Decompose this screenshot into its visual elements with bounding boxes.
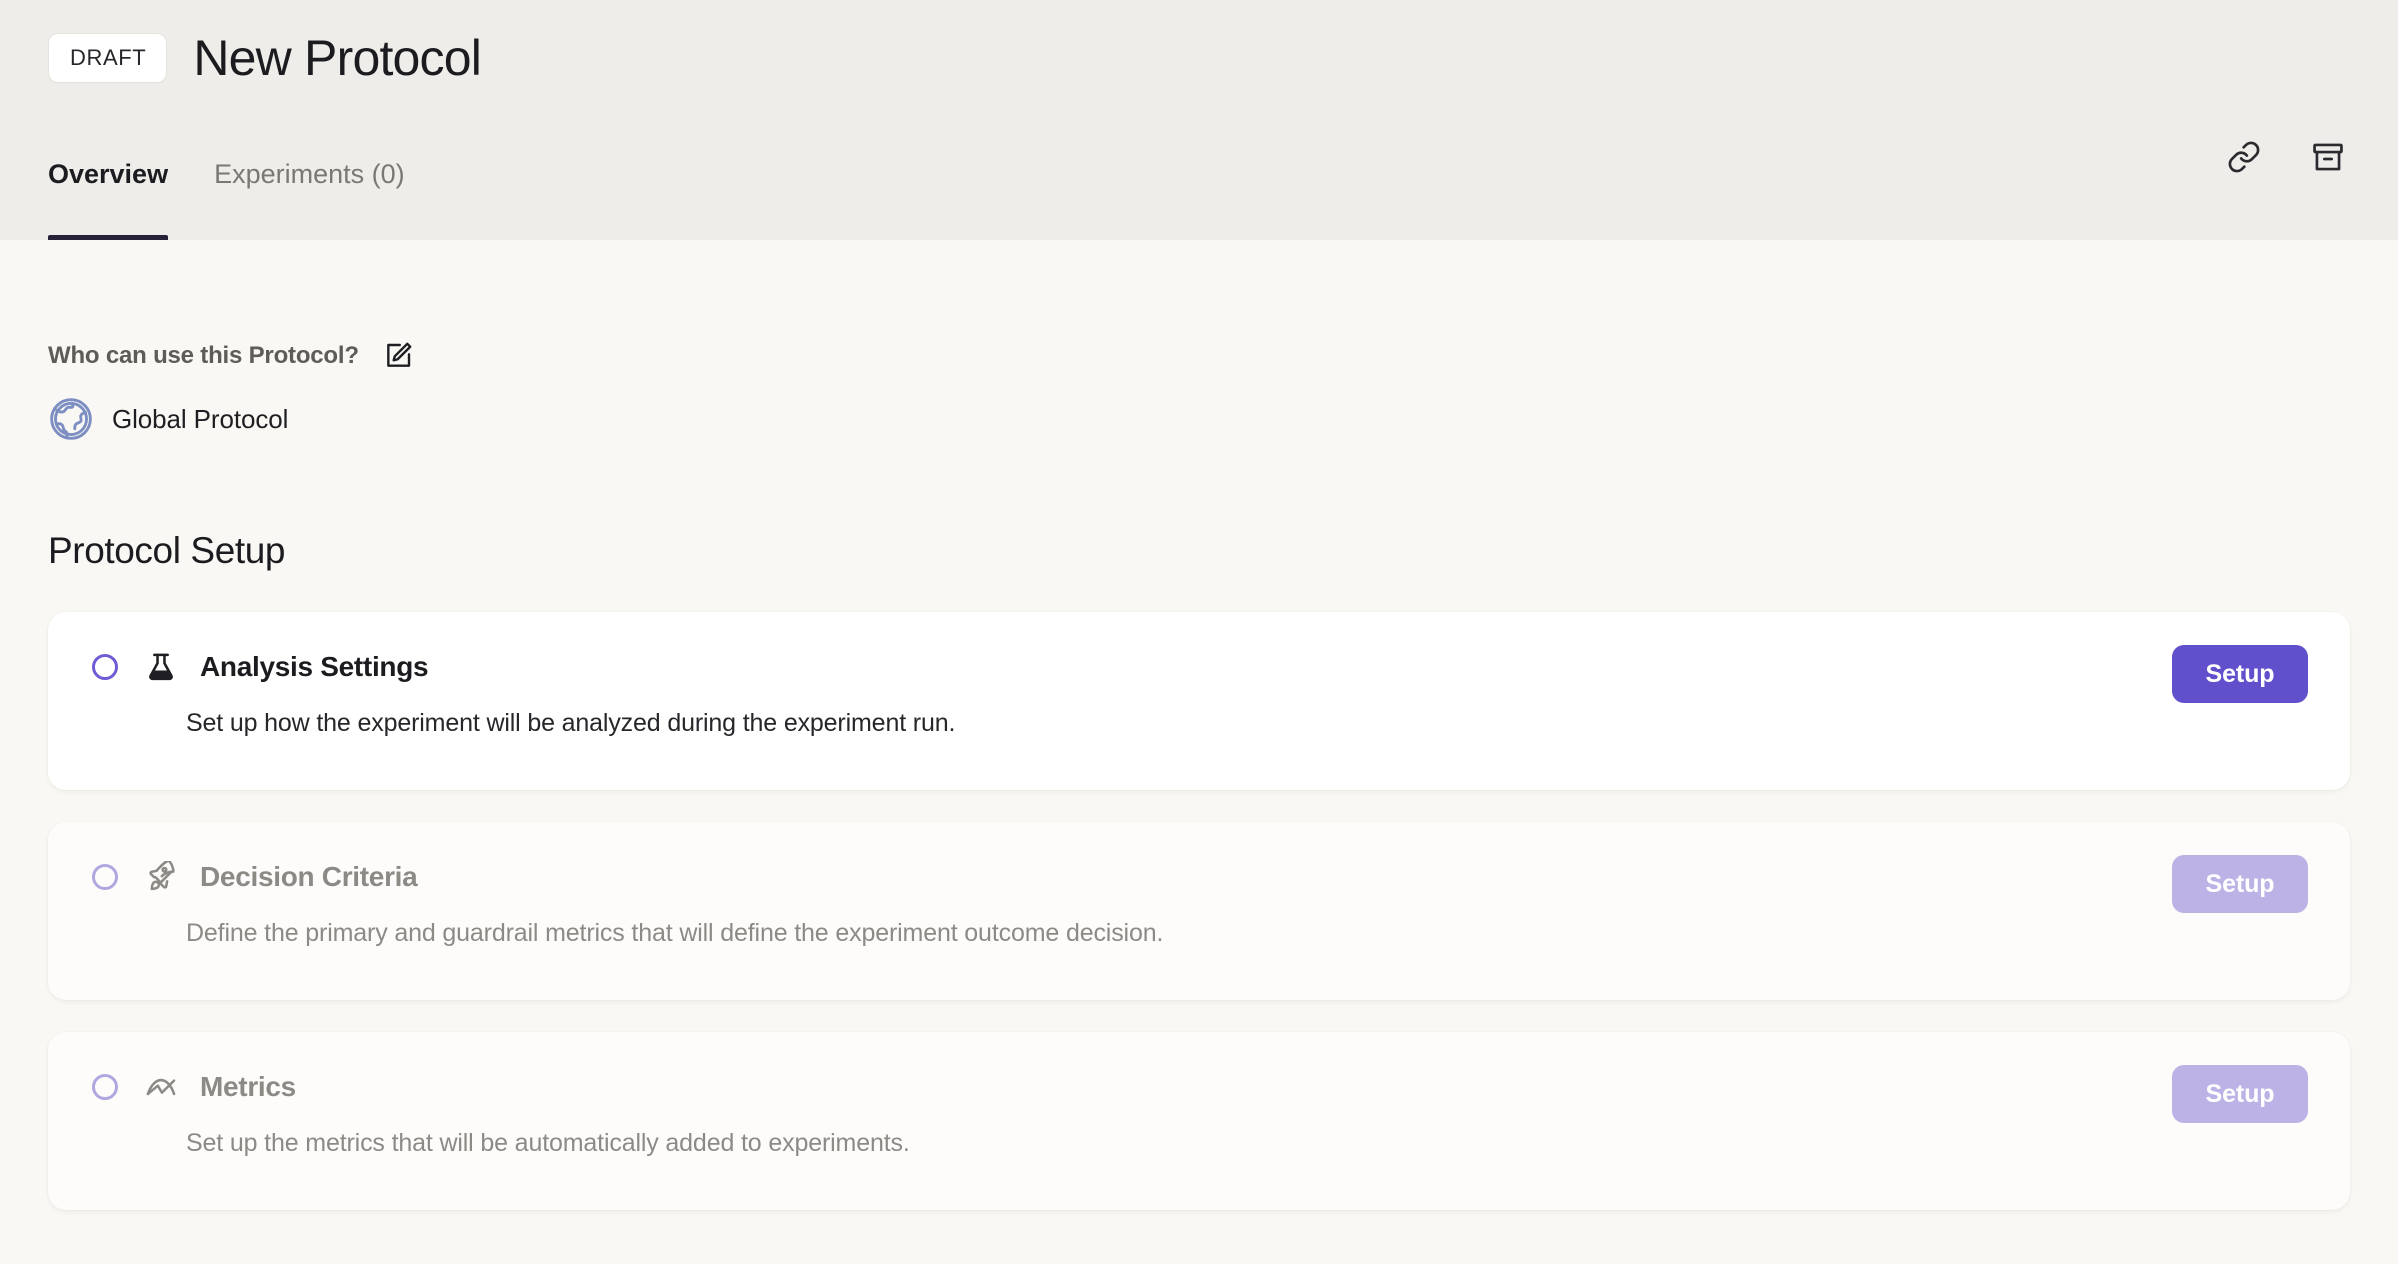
setup-button-metrics[interactable]: Setup: [2172, 1065, 2308, 1123]
setup-card-decision-criteria[interactable]: Decision Criteria Define the primary and…: [48, 822, 2350, 1000]
setup-card-list: Analysis Settings Set up how the experim…: [48, 612, 2350, 1210]
status-badge: DRAFT: [48, 33, 168, 83]
card-header: Decision Criteria: [90, 860, 2308, 894]
card-description: Set up the metrics that will be automati…: [186, 1129, 910, 1157]
permissions-value-row: Global Protocol: [48, 396, 2350, 442]
permissions-block: Who can use this Protocol? Global Protoc…: [48, 240, 2350, 442]
edit-permissions-button[interactable]: [381, 338, 417, 374]
card-header: Analysis Settings: [90, 650, 2308, 684]
archive-icon: [2311, 140, 2345, 177]
header-actions: [2222, 136, 2350, 240]
page-title: New Protocol: [193, 30, 482, 86]
setup-card-metrics[interactable]: Metrics Set up the metrics that will be …: [48, 1032, 2350, 1210]
title-row: DRAFT New Protocol: [48, 0, 2350, 83]
tab-experiments[interactable]: Experiments (0): [214, 161, 405, 240]
completion-radio[interactable]: [92, 654, 118, 680]
section-title-protocol-setup: Protocol Setup: [48, 530, 286, 571]
tabs-row: Overview Experiments (0): [48, 136, 2350, 240]
edit-icon: [383, 339, 415, 374]
main-content: Who can use this Protocol? Global Protoc…: [0, 240, 2398, 1210]
trend-chart-icon: [144, 1070, 178, 1104]
setup-card-analysis-settings[interactable]: Analysis Settings Set up how the experim…: [48, 612, 2350, 790]
page-header: DRAFT New Protocol Overview Experiments …: [0, 0, 2398, 240]
tab-overview[interactable]: Overview: [48, 161, 169, 240]
card-header: Metrics: [90, 1070, 2308, 1104]
link-icon: [2227, 140, 2261, 177]
permissions-label: Who can use this Protocol?: [48, 342, 359, 369]
permissions-scope-value: Global Protocol: [112, 403, 289, 434]
flask-icon: [144, 650, 178, 684]
completion-radio[interactable]: [92, 864, 118, 890]
card-title: Decision Criteria: [200, 861, 418, 892]
card-description: Define the primary and guardrail metrics…: [186, 919, 1164, 947]
card-description: Set up how the experiment will be analyz…: [186, 709, 956, 737]
setup-button-analysis-settings[interactable]: Setup: [2172, 645, 2308, 703]
card-title: Analysis Settings: [200, 651, 429, 682]
archive-button[interactable]: [2306, 136, 2350, 180]
globe-icon: [48, 396, 94, 442]
copy-link-button[interactable]: [2222, 136, 2266, 180]
rocket-icon: [144, 860, 178, 894]
tab-list: Overview Experiments (0): [48, 161, 405, 240]
setup-button-decision-criteria[interactable]: Setup: [2172, 855, 2308, 913]
card-title: Metrics: [200, 1071, 296, 1102]
permissions-label-row: Who can use this Protocol?: [48, 338, 2350, 374]
completion-radio[interactable]: [92, 1074, 118, 1100]
